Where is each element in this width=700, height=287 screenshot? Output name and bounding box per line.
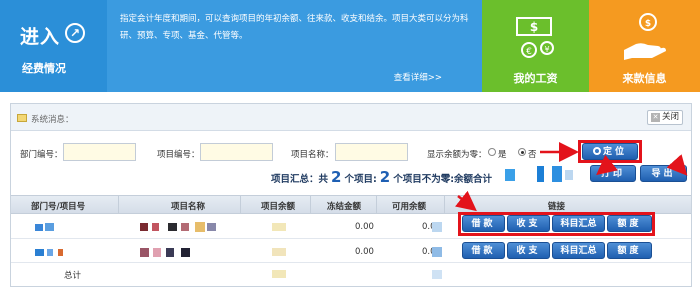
arrow-to-row-actions — [455, 190, 477, 212]
arrow-to-print — [596, 154, 618, 176]
annotation-arrows — [455, 142, 688, 212]
arrow-to-export — [666, 154, 688, 176]
